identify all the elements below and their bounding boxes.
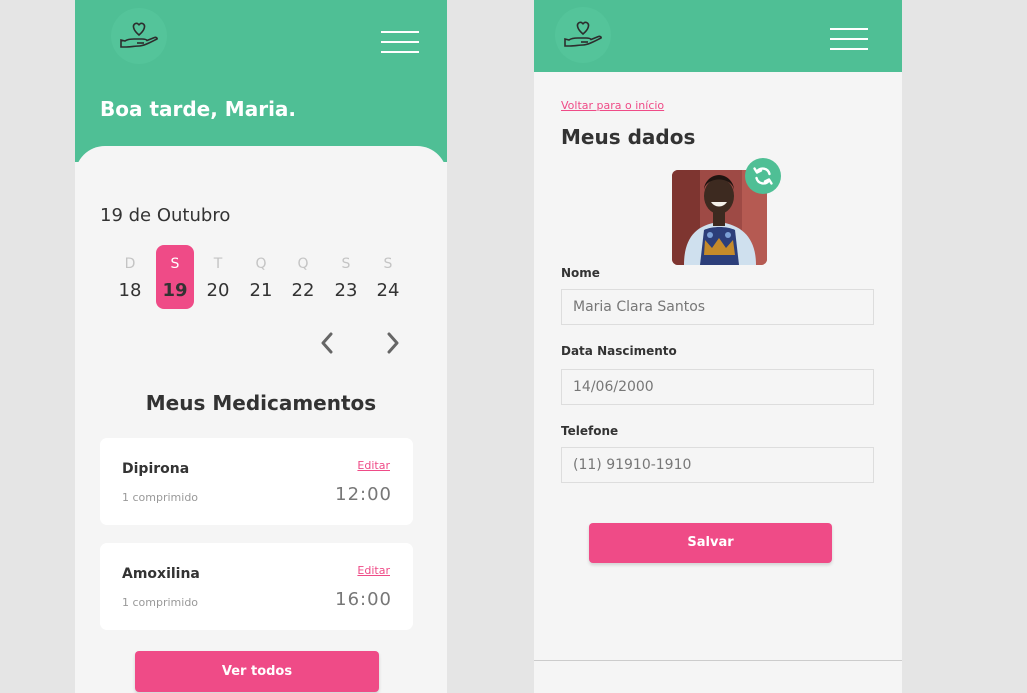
day-cell-selected[interactable]: S 19 [156,245,194,309]
day-cell[interactable]: D 18 [111,245,149,309]
header-bar [534,0,902,72]
edit-link[interactable]: Editar [357,459,390,472]
chevron-right-icon[interactable] [381,331,405,355]
name-field[interactable] [561,289,874,325]
birth-date-label: Data Nascimento [561,344,677,358]
birth-date-field[interactable] [561,369,874,405]
medication-time: 16:00 [335,589,392,610]
day-letter: S [383,256,393,272]
chevron-left-icon[interactable] [315,331,339,355]
back-link[interactable]: Voltar para o início [561,99,664,112]
medication-dose: 1 comprimido [122,491,199,504]
day-number: 20 [206,280,230,301]
day-letter: D [124,256,136,272]
day-letter: Q [255,256,267,272]
save-button[interactable]: Salvar [589,523,832,563]
day-number: 21 [249,280,273,301]
medication-time: 12:00 [335,484,392,505]
day-cell[interactable]: Q 22 [284,245,322,309]
view-all-button[interactable]: Ver todos [135,651,379,692]
current-date: 19 de Outubro [100,205,231,226]
medication-card[interactable]: Amoxilina 1 comprimido Editar 16:00 [100,543,413,630]
hamburger-menu-icon[interactable] [381,31,419,53]
day-letter: T [213,256,223,272]
greeting: Boa tarde, Maria. [100,97,297,121]
hamburger-menu-icon[interactable] [830,28,868,50]
logo[interactable] [111,8,167,64]
day-letter: S [341,256,351,272]
header-bar: Boa tarde, Maria. [75,0,447,162]
phone-field[interactable] [561,447,874,483]
day-number: 19 [162,280,188,301]
day-number: 18 [118,280,142,301]
refresh-icon[interactable] [745,158,781,194]
name-label: Nome [561,266,600,280]
heart-hand-icon [120,22,158,48]
day-cell[interactable]: S 23 [327,245,365,309]
day-number: 24 [376,280,400,301]
divider [534,660,902,661]
day-cell[interactable]: S 24 [369,245,407,309]
phone-label: Telefone [561,424,619,438]
day-cell[interactable]: Q 21 [242,245,280,309]
medication-card[interactable]: Dipirona 1 comprimido Editar 12:00 [100,438,413,525]
edit-link[interactable]: Editar [357,564,390,577]
day-letter: Q [297,256,309,272]
day-letter: S [170,256,180,272]
logo[interactable] [555,7,611,63]
day-cell[interactable]: T 20 [199,245,237,309]
medication-dose: 1 comprimido [122,596,199,609]
heart-hand-icon [564,21,602,47]
medication-name: Dipirona [122,461,190,477]
medication-name: Amoxilina [122,566,200,582]
day-number: 22 [291,280,315,301]
day-number: 23 [334,280,358,301]
week-calendar: D 18 S 19 T 20 Q 21 Q 22 S 23 S 24 [111,245,411,309]
page-title: Meus dados [561,125,696,149]
medications-title: Meus Medicamentos [145,391,377,415]
home-screen: Boa tarde, Maria. 19 de Outubro D 18 S 1… [75,0,447,693]
profile-screen: Voltar para o início Meus dados Nome Dat… [534,0,902,693]
